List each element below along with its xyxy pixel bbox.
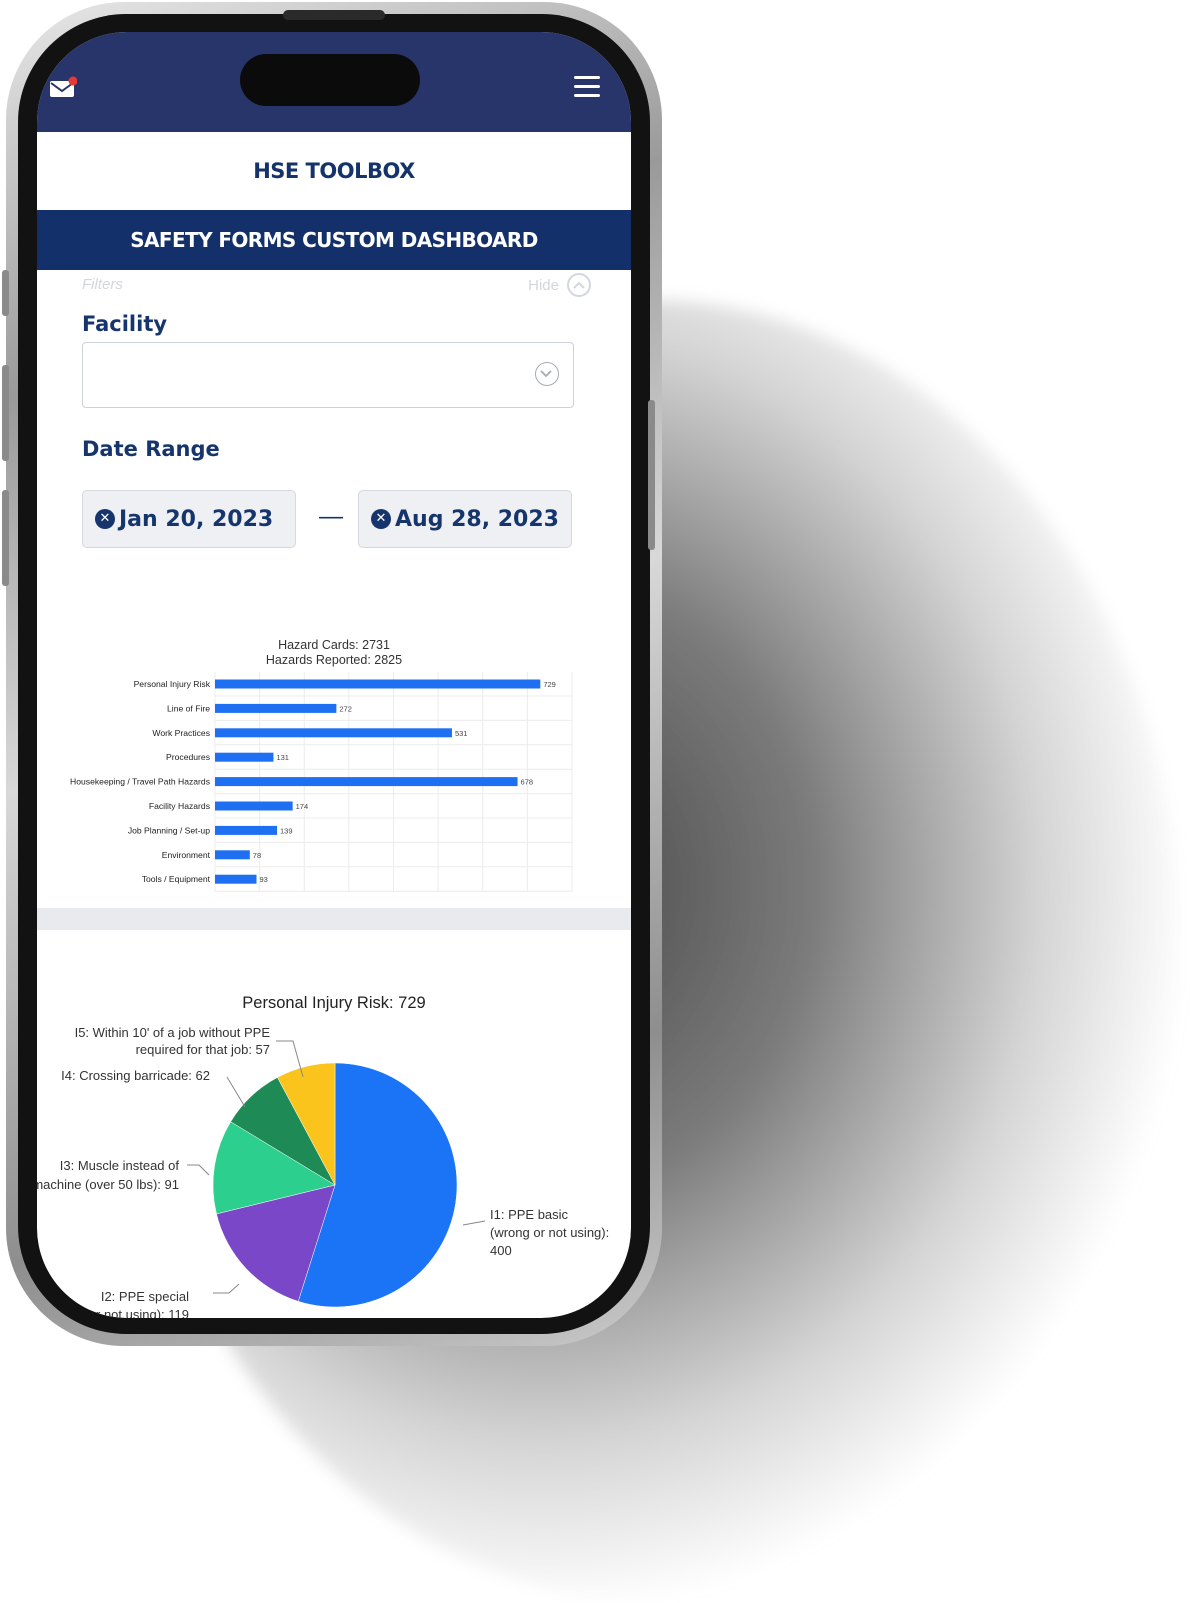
hazard-bar-chart: Hazard Cards: 2731 Hazards Reported: 2825… <box>37 592 631 914</box>
bar-chart-bar <box>215 825 278 835</box>
pie-label-connector <box>213 1283 240 1294</box>
bar-chart-category-label: Procedures <box>166 752 210 762</box>
hide-filters-button[interactable]: Hide <box>528 273 591 297</box>
bar-chart-bar <box>215 679 541 689</box>
phone-volume-down-button <box>2 490 9 586</box>
app-title: HSE TOOLBOX <box>253 159 415 183</box>
phone-speaker <box>283 10 385 20</box>
bar-chart-bar <box>215 728 452 738</box>
end-date-value: Aug 28, 2023 <box>395 506 559 532</box>
bar-chart-data-label: 678 <box>521 778 534 787</box>
bar-chart-bar <box>215 703 337 713</box>
bar-chart-svg: Hazard Cards: 2731Hazards Reported: 2825… <box>70 638 579 914</box>
bar-chart-bar <box>215 874 257 884</box>
pie-label-i1: I1: PPE basic <box>490 1207 569 1222</box>
bar-chart-bar <box>215 801 293 811</box>
phone-power-button <box>648 400 655 550</box>
bar-chart-bar <box>215 752 274 762</box>
pie-chart-title: Personal Injury Risk: 729 <box>242 994 425 1012</box>
end-date-field[interactable]: ✕ Aug 28, 2023 <box>358 490 572 548</box>
clear-start-date-icon[interactable]: ✕ <box>95 509 115 529</box>
start-date-value: Jan 20, 2023 <box>119 506 274 532</box>
phone-screen: HSE TOOLBOX SAFETY FORMS CUSTOM DASHBOAR… <box>37 32 631 1318</box>
bar-chart-category-label: Housekeeping / Travel Path Hazards <box>70 777 210 787</box>
bar-chart-data-label: 139 <box>280 826 293 835</box>
pie-label-i5: required for that job: 57 <box>136 1042 270 1057</box>
pie-label-i1: 400 <box>490 1243 512 1258</box>
chevron-down-icon <box>535 362 559 386</box>
bar-chart-category-label: Line of Fire <box>167 703 210 713</box>
pie-label-i3: machine (over 50 lbs): 91 <box>37 1177 179 1192</box>
date-range-label: Date Range <box>82 437 220 461</box>
bar-chart-data-label: 93 <box>260 875 268 884</box>
bar-chart-category-label: Job Planning / Set-up <box>128 825 210 835</box>
bar-chart-bar <box>215 850 250 860</box>
phone-volume-up-button <box>2 365 9 461</box>
bar-chart-category-label: Environment <box>162 850 211 860</box>
pie-label-connector <box>462 1220 486 1226</box>
bar-chart-subtitle: Hazards Reported: 2825 <box>266 653 402 667</box>
pie-label-i1: (wrong or not using): <box>490 1225 609 1240</box>
clear-end-date-icon[interactable]: ✕ <box>371 509 391 529</box>
pie-label-i4: I4: Crossing barricade: 62 <box>61 1068 210 1083</box>
pie-label-i3: I3: Muscle instead of <box>60 1158 180 1173</box>
dynamic-island <box>240 54 420 106</box>
pie-label-i2: I2: PPE special <box>101 1289 189 1304</box>
chevron-up-icon <box>567 273 591 297</box>
bar-chart-bar <box>215 777 518 787</box>
start-date-field[interactable]: ✕ Jan 20, 2023 <box>82 490 296 548</box>
injury-pie-chart: Personal Injury Risk: 729 I5: Within 10' … <box>37 947 631 1318</box>
pie-label-i2: (wrong or not using): 119 <box>45 1307 189 1318</box>
pie-label-connector <box>226 1076 246 1108</box>
hamburger-menu-icon[interactable] <box>574 76 600 98</box>
filters-label: Filters <box>82 276 123 293</box>
bar-chart-data-label: 78 <box>253 851 261 860</box>
facility-select[interactable] <box>82 342 574 408</box>
bar-chart-category-label: Work Practices <box>152 728 210 738</box>
bar-chart-data-label: 131 <box>276 753 289 762</box>
section-divider <box>37 908 631 930</box>
bar-chart-data-label: 729 <box>543 680 556 689</box>
bar-chart-title: Hazard Cards: 2731 <box>278 638 390 652</box>
bar-chart-category-label: Facility Hazards <box>149 801 210 811</box>
bar-chart-category-label: Personal Injury Risk <box>134 679 211 689</box>
bar-chart-data-label: 272 <box>339 704 352 713</box>
dashboard-banner: SAFETY FORMS CUSTOM DASHBOARD <box>37 210 631 270</box>
bar-chart-category-label: Tools / Equipment <box>142 874 211 884</box>
pie-label-connector <box>187 1164 210 1176</box>
hide-label: Hide <box>528 276 559 294</box>
bar-chart-data-label: 174 <box>296 802 309 811</box>
mail-icon[interactable] <box>49 76 77 98</box>
top-bar <box>37 32 631 132</box>
bar-chart-data-label: 531 <box>455 729 468 738</box>
pie-chart-svg: Personal Injury Risk: 729 I5: Within 10' … <box>37 994 609 1318</box>
phone-action-button <box>2 270 9 316</box>
facility-label: Facility <box>82 312 168 336</box>
date-separator: — <box>319 503 343 530</box>
pie-label-i5: I5: Within 10' of a job without PPE <box>75 1025 271 1040</box>
